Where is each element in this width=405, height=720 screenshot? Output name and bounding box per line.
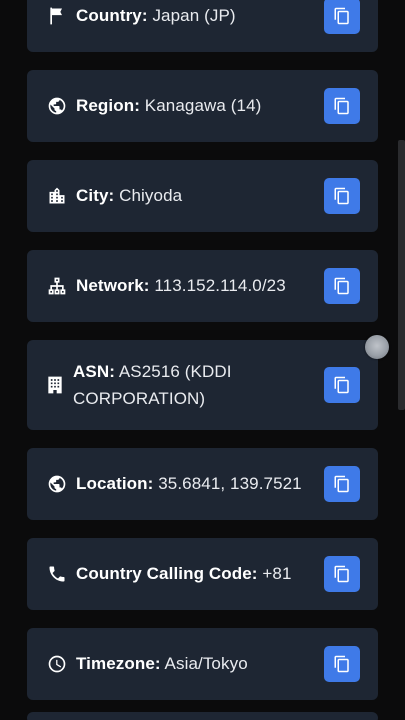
info-row-city: City: Chiyoda	[27, 160, 378, 232]
calling-code-value: +81	[257, 564, 292, 583]
calling-code-label: Country Calling Code:	[76, 564, 258, 583]
info-row-network: Network: 113.152.114.0/23	[27, 250, 378, 322]
info-row-timezone: Timezone: Asia/Tokyo	[27, 628, 378, 700]
network-value: 113.152.114.0/23	[149, 276, 286, 295]
scrollbar-track[interactable]	[398, 140, 405, 410]
copy-location-button[interactable]	[324, 466, 360, 502]
country-value: Japan (JP)	[147, 6, 236, 25]
asn-label: ASN:	[73, 362, 115, 381]
copy-icon	[334, 565, 349, 583]
region-label: Region:	[76, 96, 140, 115]
copy-calling-code-button[interactable]	[324, 556, 360, 592]
copy-asn-button[interactable]	[324, 367, 360, 403]
info-row-calling-code: Country Calling Code: +81	[27, 538, 378, 610]
flag-icon	[46, 5, 68, 27]
touch-indicator	[365, 335, 389, 359]
copy-icon	[334, 277, 349, 295]
network-icon	[46, 275, 68, 297]
info-row-location: Location: 35.6841, 139.7521	[27, 448, 378, 520]
info-row-region: Region: Kanagawa (14)	[27, 70, 378, 142]
ip-info-page: Country: Japan (JP) Region: Kanagawa (14…	[0, 0, 405, 720]
copy-city-button[interactable]	[324, 178, 360, 214]
copy-icon	[334, 376, 349, 394]
copy-icon	[334, 475, 349, 493]
copy-country-button[interactable]	[324, 0, 360, 34]
copy-icon	[334, 655, 349, 673]
city-icon	[46, 185, 68, 207]
clock-icon	[46, 653, 68, 675]
globe-icon	[46, 95, 68, 117]
phone-icon	[46, 563, 68, 585]
copy-icon	[334, 97, 349, 115]
network-label: Network:	[76, 276, 150, 295]
timezone-value: Asia/Tokyo	[160, 654, 248, 673]
copy-icon	[334, 7, 349, 25]
next-card-partial	[27, 712, 378, 720]
copy-network-button[interactable]	[324, 268, 360, 304]
location-label: Location:	[76, 474, 154, 493]
timezone-label: Timezone:	[76, 654, 161, 673]
globe-icon	[46, 473, 68, 495]
location-value: 35.6841, 139.7521	[153, 474, 302, 493]
city-value: Chiyoda	[114, 186, 183, 205]
city-label: City:	[76, 186, 115, 205]
copy-icon	[334, 187, 349, 205]
country-label: Country:	[76, 6, 148, 25]
building-icon	[44, 374, 66, 396]
info-row-country: Country: Japan (JP)	[27, 0, 378, 52]
copy-region-button[interactable]	[324, 88, 360, 124]
info-row-asn: ASN: AS2516 (KDDI CORPORATION)	[27, 340, 378, 430]
copy-timezone-button[interactable]	[324, 646, 360, 682]
region-value: Kanagawa (14)	[139, 96, 262, 115]
